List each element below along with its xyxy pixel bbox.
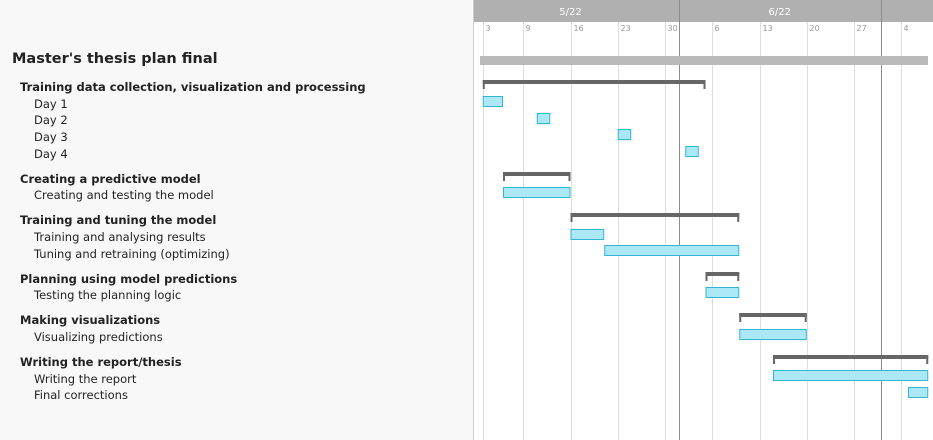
- gantt-chart: 391623306132027411182515/226/227/228/22: [474, 0, 933, 440]
- phase-bar-end-cap: [737, 213, 740, 222]
- gantt-chart-area: 391623306132027411182515/226/227/228/22: [474, 0, 933, 440]
- task-bar: [705, 287, 740, 298]
- phase-bar-start-cap: [570, 213, 573, 222]
- task-label-testing-planning-logic[interactable]: Testing the planning logic: [34, 287, 181, 303]
- task-bar: [536, 113, 551, 124]
- task-bar: [570, 229, 605, 240]
- week-tick-label: 9: [526, 24, 531, 33]
- task-label-tuning-retraining[interactable]: Tuning and retraining (optimizing): [34, 246, 230, 262]
- task-bar: [685, 146, 699, 157]
- week-tick-label: 3: [486, 24, 491, 33]
- task-bar: [908, 387, 929, 398]
- week-tick-label: 6: [715, 24, 720, 33]
- phase-bar-end-cap: [737, 272, 740, 281]
- task-bar: [503, 187, 571, 198]
- phase-summary-bar: [739, 313, 807, 317]
- week-tick-label: 20: [810, 24, 820, 33]
- week-tick-label: 13: [763, 24, 773, 33]
- phase-label-predictive-model[interactable]: Creating a predictive model: [20, 171, 201, 187]
- phase-summary-bar: [482, 80, 706, 84]
- phase-label-data-collection[interactable]: Training data collection, visualization …: [20, 79, 366, 95]
- task-label-day-2[interactable]: Day 2: [34, 112, 68, 128]
- phase-summary-bar: [570, 213, 740, 217]
- task-label-day-4[interactable]: Day 4: [34, 146, 68, 162]
- task-label-creating-testing-model[interactable]: Creating and testing the model: [34, 187, 214, 203]
- phase-summary-bar: [773, 355, 929, 359]
- task-bar: [617, 129, 632, 140]
- phase-bar-end-cap: [703, 80, 706, 89]
- phase-bar-end-cap: [568, 172, 571, 181]
- task-list-panel: Master's thesis plan final Training data…: [0, 0, 474, 440]
- task-label-day-1[interactable]: Day 1: [34, 96, 68, 112]
- phase-bar-start-cap: [503, 172, 505, 181]
- phase-bar-end-cap: [926, 355, 929, 364]
- phase-bar-end-cap: [804, 313, 807, 322]
- week-tick-label: 16: [574, 24, 584, 33]
- week-tick-label: 4: [904, 24, 909, 33]
- phase-label-planning[interactable]: Planning using model predictions: [20, 271, 237, 287]
- task-bar: [482, 96, 503, 107]
- task-label-training-analysing[interactable]: Training and analysing results: [34, 229, 206, 245]
- phase-label-visualizations[interactable]: Making visualizations: [20, 312, 160, 328]
- project-summary-bar: [480, 56, 928, 65]
- task-label-writing-report[interactable]: Writing the report: [34, 371, 136, 387]
- task-label-day-3[interactable]: Day 3: [34, 129, 68, 145]
- task-label-final-corrections[interactable]: Final corrections: [34, 387, 128, 403]
- task-bar: [604, 245, 740, 256]
- phase-summary-bar: [503, 172, 571, 176]
- month-label: 5/22: [559, 7, 581, 18]
- phase-label-training-tuning[interactable]: Training and tuning the model: [20, 212, 216, 228]
- task-bar: [739, 329, 807, 340]
- phase-bar-start-cap: [739, 313, 742, 322]
- phase-bar-start-cap: [705, 272, 708, 281]
- week-tick-label: 30: [668, 24, 678, 33]
- timeline-month-header: [474, 0, 933, 22]
- phase-bar-start-cap: [773, 355, 775, 364]
- month-label: 6/22: [769, 7, 791, 18]
- project-title[interactable]: Master's thesis plan final: [12, 51, 218, 67]
- week-tick-label: 23: [621, 24, 631, 33]
- week-tick-label: 27: [857, 24, 867, 33]
- phase-label-writing[interactable]: Writing the report/thesis: [20, 354, 182, 370]
- phase-summary-bar: [705, 272, 740, 276]
- task-bar: [773, 370, 929, 381]
- phase-bar-start-cap: [482, 80, 485, 89]
- task-label-visualizing-predictions[interactable]: Visualizing predictions: [34, 329, 163, 345]
